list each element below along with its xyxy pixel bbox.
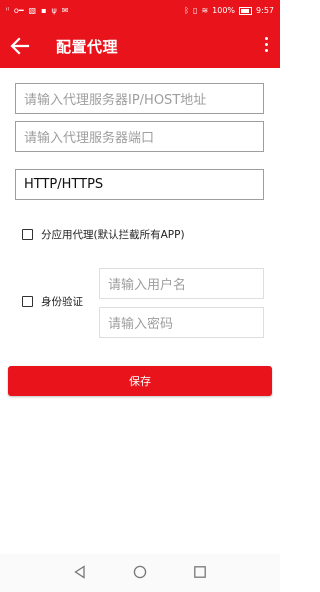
auth-checkbox[interactable] (22, 296, 33, 307)
username-input[interactable]: 请输入用户名 (99, 268, 264, 299)
nav-recents-icon[interactable] (193, 565, 207, 579)
more-dot-icon (264, 37, 268, 40)
clock: 9:57 (256, 6, 274, 15)
back-button[interactable] (8, 34, 32, 58)
proxy-port-input[interactable]: 请输入代理服务器端口 (15, 121, 264, 152)
wifi-icon: ≋ (201, 6, 209, 15)
mail-icon: ✉ (61, 6, 69, 15)
signal-icon: ᴵˡ (6, 6, 9, 15)
auth-label: 身份验证 (41, 296, 83, 308)
per-app-proxy-label: 分应用代理(默认拦截所有APP) (41, 229, 185, 241)
nav-back-icon[interactable] (73, 565, 87, 579)
nav-home-icon[interactable] (133, 565, 147, 579)
app-toolbar: 配置代理 (0, 24, 280, 68)
vibrate-icon: ▯ (193, 6, 198, 15)
app-icon: ▪ (41, 6, 47, 15)
bluetooth-icon: ᛒ (184, 6, 190, 15)
per-app-proxy-checkbox[interactable] (22, 229, 33, 240)
more-options-button[interactable] (258, 34, 274, 58)
status-bar: ᴵˡ o━ ▧ ▪ ψ ✉ ᛒ ▯ ≋ 100% 9:57 (0, 0, 280, 24)
image-icon: ▧ (28, 6, 37, 15)
more-dot-icon (264, 43, 268, 46)
save-button[interactable]: 保存 (8, 366, 272, 396)
password-input[interactable]: 请输入密码 (99, 307, 264, 338)
page-title: 配置代理 (56, 38, 119, 56)
system-navigation-bar (0, 554, 280, 592)
status-right-icons: ᛒ ▯ ≋ 100% 9:57 (184, 6, 274, 16)
proxy-host-input[interactable]: 请输入代理服务器IP/HOST地址 (15, 83, 264, 114)
battery-icon (239, 7, 253, 15)
status-left-icons: ᴵˡ o━ ▧ ▪ ψ ✉ (6, 6, 69, 16)
usb-icon: ψ (51, 6, 57, 15)
battery-percent: 100% (212, 6, 236, 15)
more-dot-icon (264, 49, 268, 52)
arrow-left-icon (10, 37, 30, 55)
key-icon: o━ (13, 6, 24, 15)
protocol-select[interactable]: HTTP/HTTPS (15, 169, 264, 200)
